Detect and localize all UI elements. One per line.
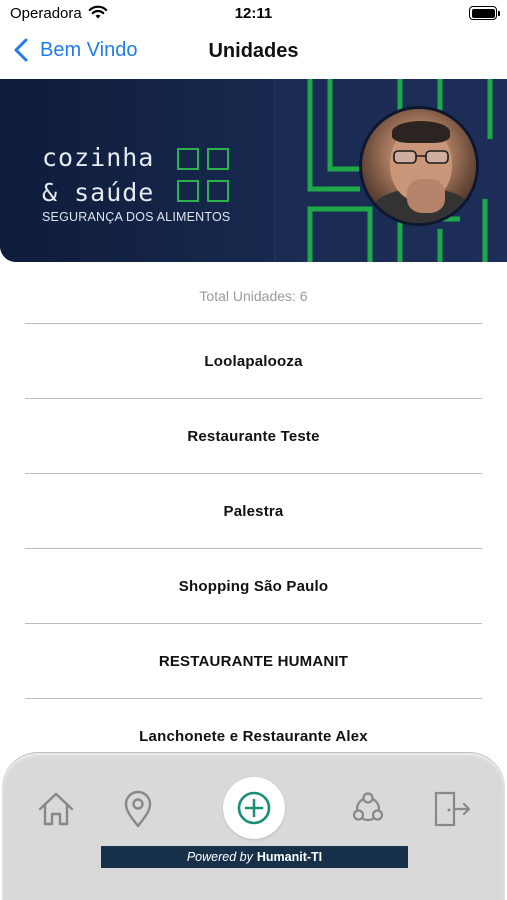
logo-square (207, 180, 229, 202)
list-item-label: Restaurante Teste (187, 427, 320, 445)
list-item-label: RESTAURANTE HUMANIT (158, 652, 349, 670)
list-item[interactable]: Shopping São Paulo (25, 548, 482, 623)
logout-icon[interactable] (432, 789, 472, 829)
home-icon[interactable] (36, 789, 76, 829)
list-item-label: Lanchonete e Restaurante Alex (139, 727, 368, 745)
share-network-icon[interactable] (348, 789, 388, 829)
navigation-bar: Bem Vindo Unidades (0, 28, 507, 78)
list-item[interactable]: Palestra (25, 473, 482, 548)
clock: 12:11 (234, 5, 273, 22)
logo-square (177, 148, 199, 170)
total-units-label: Total Unidades: 6 (199, 288, 308, 304)
logo-square (177, 180, 199, 202)
list-item[interactable]: Restaurante Teste (25, 398, 482, 473)
list-item-label: Loolapalooza (204, 352, 303, 370)
avatar (359, 106, 479, 226)
bottom-tab-bar: Powered by Humanit-TI (2, 753, 505, 900)
powered-by-brand: Humanit-TI (256, 850, 323, 864)
logo-square (207, 148, 229, 170)
powered-by-banner: Powered by Humanit-TI (101, 846, 408, 868)
list-item-label: Palestra (223, 502, 284, 520)
brand-subtitle: SEGURANÇA DOS ALIMENTOS (42, 210, 231, 224)
brand-line-1: cozinha (42, 143, 155, 172)
map-pin-icon[interactable] (118, 789, 158, 829)
list-item[interactable]: Loolapalooza (25, 323, 482, 398)
list-item-label: Shopping São Paulo (178, 577, 329, 595)
page-title: Unidades (208, 40, 299, 62)
list-item[interactable]: RESTAURANTE HUMANIT (25, 623, 482, 698)
add-icon (237, 791, 271, 825)
header-banner: cozinha & saúde SEGURANÇA DOS ALIMENTOS (0, 79, 507, 262)
battery-icon (469, 6, 500, 20)
status-bar: Operadora 12:11 (0, 0, 507, 28)
add-button[interactable] (223, 777, 285, 839)
brand-line-2: & saúde (42, 178, 155, 207)
units-list: Loolapalooza Restaurante Teste Palestra … (25, 323, 482, 773)
powered-by-prefix: Powered by (186, 850, 253, 864)
